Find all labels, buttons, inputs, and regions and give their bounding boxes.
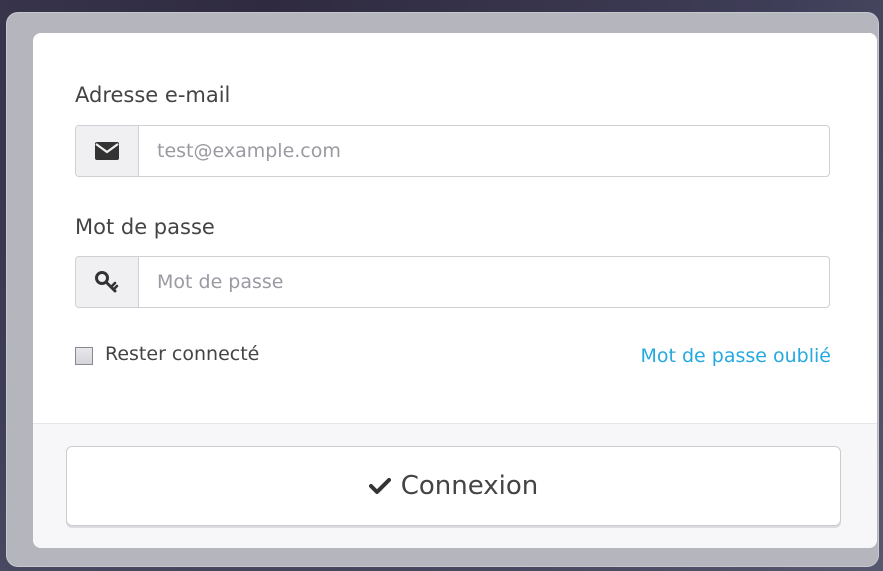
check-icon: [368, 477, 391, 495]
envelope-icon: [76, 126, 139, 176]
email-label: Adresse e-mail: [75, 83, 231, 107]
remember-label: Rester connecté: [105, 343, 260, 365]
password-label: Mot de passe: [75, 215, 215, 239]
connexion-label: Connexion: [400, 471, 539, 501]
password-field[interactable]: [139, 257, 829, 307]
forgot-password-link[interactable]: Mot de passe oublié: [640, 345, 831, 367]
login-form-body: Adresse e-mail Mot de passe: [33, 33, 877, 423]
remember-checkbox[interactable]: [75, 347, 93, 365]
remember-me[interactable]: Rester connecté: [75, 343, 259, 365]
email-input-group: [75, 125, 830, 177]
login-panel: Adresse e-mail Mot de passe: [33, 33, 877, 548]
email-field[interactable]: [139, 126, 829, 176]
key-icon: [76, 257, 139, 307]
connexion-button[interactable]: Connexion: [66, 446, 841, 526]
password-input-group: [75, 256, 830, 308]
